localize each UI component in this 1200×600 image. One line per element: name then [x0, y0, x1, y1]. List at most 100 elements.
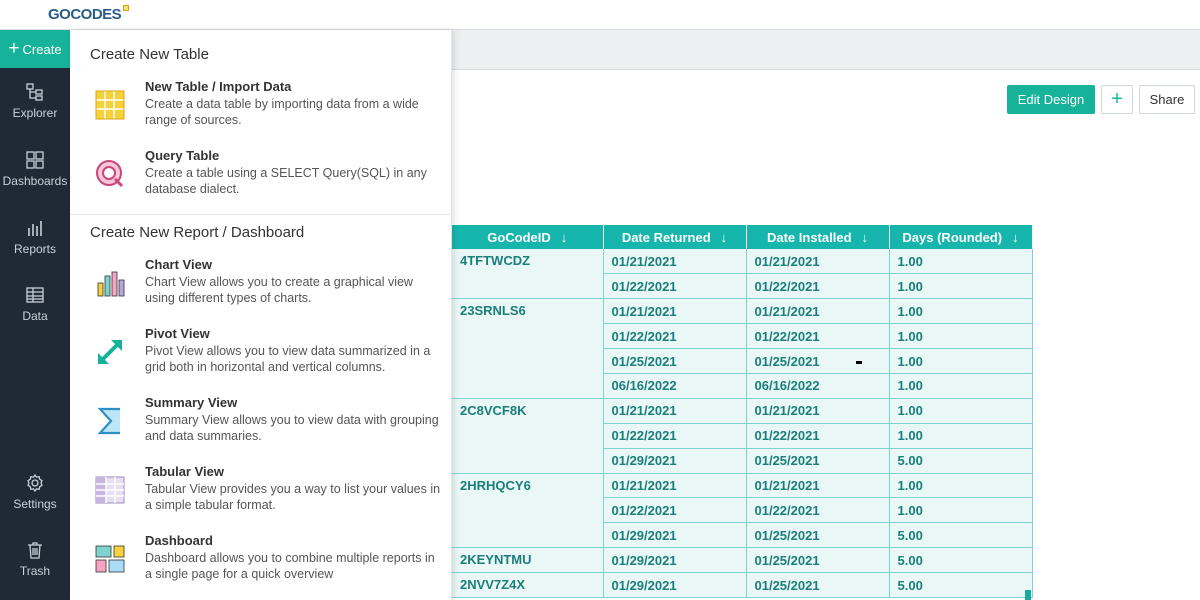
date-returned-cell[interactable]: 01/22/2021 — [603, 497, 747, 524]
trash-icon — [28, 542, 42, 559]
date-installed-cell[interactable]: 01/22/2021 — [746, 273, 890, 300]
menu-section-title: Create New Report / Dashboard — [90, 224, 305, 241]
table-row[interactable]: 4TFTWCDZ 01/21/2021 01/21/2021 1.00 — [452, 249, 1033, 300]
gocodeid-cell[interactable]: 23SRNLS6 — [452, 298, 604, 399]
days-rounded-cell[interactable]: 1.00 — [889, 273, 1033, 300]
days-rounded-cell[interactable]: 1.00 — [889, 423, 1033, 449]
date-installed-cell[interactable]: 01/22/2021 — [746, 323, 890, 350]
date-returned-cell[interactable]: 06/16/2022 — [603, 373, 747, 399]
menu-item-summary-view[interactable]: Summary View Summary View allows you to … — [70, 395, 452, 457]
date-installed-cell[interactable]: 01/25/2021 — [746, 547, 890, 574]
share-button[interactable]: Share — [1139, 85, 1195, 114]
menu-item-tabular-view[interactable]: Tabular View Tabular View provides you a… — [70, 464, 452, 526]
date-returned-cell[interactable]: 01/29/2021 — [603, 522, 747, 549]
column-header-gocodeid[interactable]: GoCodeID ↓ — [452, 225, 604, 249]
dashboard-tiles-icon — [95, 545, 125, 573]
date-installed-cell[interactable]: 01/21/2021 — [746, 473, 890, 499]
sidebar-item-settings[interactable]: Settings — [0, 473, 70, 525]
days-rounded-cell[interactable]: 1.00 — [889, 473, 1033, 499]
logo-text: GOCODES — [48, 6, 122, 23]
days-rounded-cell[interactable]: 5.00 — [889, 547, 1033, 574]
date-returned-cell[interactable]: 01/29/2021 — [603, 547, 747, 574]
plus-icon: + — [8, 37, 20, 59]
date-returned-cell[interactable]: 01/21/2021 — [603, 249, 747, 275]
gocodeid-cell[interactable]: 4TFTWCDZ — [452, 249, 604, 300]
date-installed-cell[interactable]: 06/16/2022 — [746, 373, 890, 399]
sort-down-icon[interactable]: ↓ — [862, 230, 869, 245]
add-button[interactable]: + — [1101, 85, 1133, 114]
table-row[interactable]: 2KEYNTMU 01/29/2021 01/25/2021 5.00 — [452, 547, 1033, 574]
date-returned-cell[interactable]: 01/29/2021 — [603, 448, 747, 474]
days-rounded-cell[interactable]: 1.00 — [889, 497, 1033, 524]
gear-icon — [27, 473, 43, 493]
menu-item-pivot-view[interactable]: Pivot View Pivot View allows you to view… — [70, 326, 452, 388]
days-rounded-cell[interactable]: 1.00 — [889, 373, 1033, 399]
bar-chart-icon — [97, 271, 125, 297]
cursor-mark — [855, 360, 862, 364]
date-returned-cell[interactable]: 01/22/2021 — [603, 423, 747, 449]
date-installed-cell[interactable]: 01/25/2021 — [746, 348, 890, 374]
date-returned-cell[interactable]: 01/21/2021 — [603, 473, 747, 499]
days-rounded-cell[interactable]: 5.00 — [889, 572, 1033, 598]
column-header-date-returned[interactable]: Date Returned ↓ — [603, 225, 747, 249]
gocodes-logo[interactable]: GOCODES — [48, 5, 130, 23]
tabular-icon — [95, 476, 125, 504]
sidebar-item-data[interactable]: Data — [0, 285, 70, 337]
gocodeid-cell[interactable]: 2C8VCF8K — [452, 398, 604, 474]
days-rounded-cell[interactable]: 1.00 — [889, 249, 1033, 275]
edit-design-button[interactable]: Edit Design — [1007, 85, 1095, 114]
column-header-days-rounded[interactable]: Days (Rounded) ↓ — [889, 225, 1033, 249]
create-button[interactable]: + Create — [0, 30, 70, 68]
days-rounded-cell[interactable]: 5.00 — [889, 448, 1033, 474]
menu-item-query-table[interactable]: Query Table Create a table using a SELEC… — [70, 148, 452, 210]
date-installed-cell[interactable]: 01/25/2021 — [746, 448, 890, 474]
menu-item-new-table[interactable]: New Table / Import Data Create a data ta… — [70, 79, 452, 141]
date-returned-cell[interactable]: 01/21/2021 — [603, 298, 747, 325]
table-row[interactable]: 2NVV7Z4X 01/29/2021 01/25/2021 5.00 — [452, 572, 1033, 598]
data-icon — [26, 287, 44, 303]
sidebar-item-dashboards[interactable]: Dashboards — [0, 150, 70, 202]
days-rounded-cell[interactable]: 1.00 — [889, 298, 1033, 325]
create-menu: Create New Table New Table / Import Data… — [70, 30, 452, 600]
pivot-arrow-icon — [97, 339, 123, 365]
sidebar-item-reports[interactable]: Reports — [0, 218, 70, 270]
gocodeid-cell[interactable]: 2NVV7Z4X — [452, 572, 604, 598]
column-header-date-installed[interactable]: Date Installed ↓ — [746, 225, 890, 249]
gocodeid-cell[interactable]: 2HRHQCY6 — [452, 473, 604, 549]
menu-item-chart-view[interactable]: Chart View Chart View allows you to crea… — [70, 257, 452, 319]
date-installed-cell[interactable]: 01/21/2021 — [746, 398, 890, 424]
days-rounded-cell[interactable]: 1.00 — [889, 323, 1033, 350]
sidebar-item-trash[interactable]: Trash — [0, 540, 70, 592]
query-icon — [96, 160, 124, 188]
days-rounded-cell[interactable]: 5.00 — [889, 522, 1033, 549]
date-installed-cell[interactable]: 01/21/2021 — [746, 249, 890, 275]
sort-down-icon[interactable]: ↓ — [561, 230, 568, 245]
sort-down-icon[interactable]: ↓ — [721, 230, 728, 245]
explorer-icon — [26, 83, 43, 101]
date-installed-cell[interactable]: 01/25/2021 — [746, 572, 890, 598]
days-rounded-cell[interactable]: 1.00 — [889, 348, 1033, 374]
reports-icon — [28, 221, 42, 236]
top-bar: GOCODES — [0, 0, 1200, 30]
date-returned-cell[interactable]: 01/25/2021 — [603, 348, 747, 374]
table-row[interactable]: 2C8VCF8K 01/21/2021 01/21/2021 1.00 — [452, 398, 1033, 474]
date-installed-cell[interactable]: 01/22/2021 — [746, 497, 890, 524]
table-row[interactable]: 2HRHQCY6 01/21/2021 01/21/2021 1.00 — [452, 473, 1033, 549]
date-returned-cell[interactable]: 01/22/2021 — [603, 323, 747, 350]
scroll-handle[interactable] — [1025, 590, 1031, 600]
sidebar-item-explorer[interactable]: Explorer — [0, 82, 70, 134]
date-installed-cell[interactable]: 01/25/2021 — [746, 522, 890, 549]
date-returned-cell[interactable]: 01/29/2021 — [603, 572, 747, 598]
date-installed-cell[interactable]: 01/21/2021 — [746, 298, 890, 325]
gocodeid-cell[interactable]: 2KEYNTMU — [452, 547, 604, 574]
menu-item-dashboard[interactable]: Dashboard Dashboard allows you to combin… — [70, 533, 452, 595]
table-row[interactable]: 23SRNLS6 01/21/2021 01/21/2021 1.00 — [452, 298, 1033, 399]
date-returned-cell[interactable]: 01/21/2021 — [603, 398, 747, 424]
date-installed-cell[interactable]: 01/22/2021 — [746, 423, 890, 449]
table-header-row: GoCodeID ↓ Date Returned ↓ Date Installed ↓… — [452, 225, 1033, 249]
report-table: GoCodeID ↓ Date Returned ↓ Date Installed ↓… — [452, 225, 1033, 598]
dashboards-icon — [26, 151, 44, 169]
sort-down-icon[interactable]: ↓ — [1012, 230, 1019, 245]
days-rounded-cell[interactable]: 1.00 — [889, 398, 1033, 424]
date-returned-cell[interactable]: 01/22/2021 — [603, 273, 747, 300]
